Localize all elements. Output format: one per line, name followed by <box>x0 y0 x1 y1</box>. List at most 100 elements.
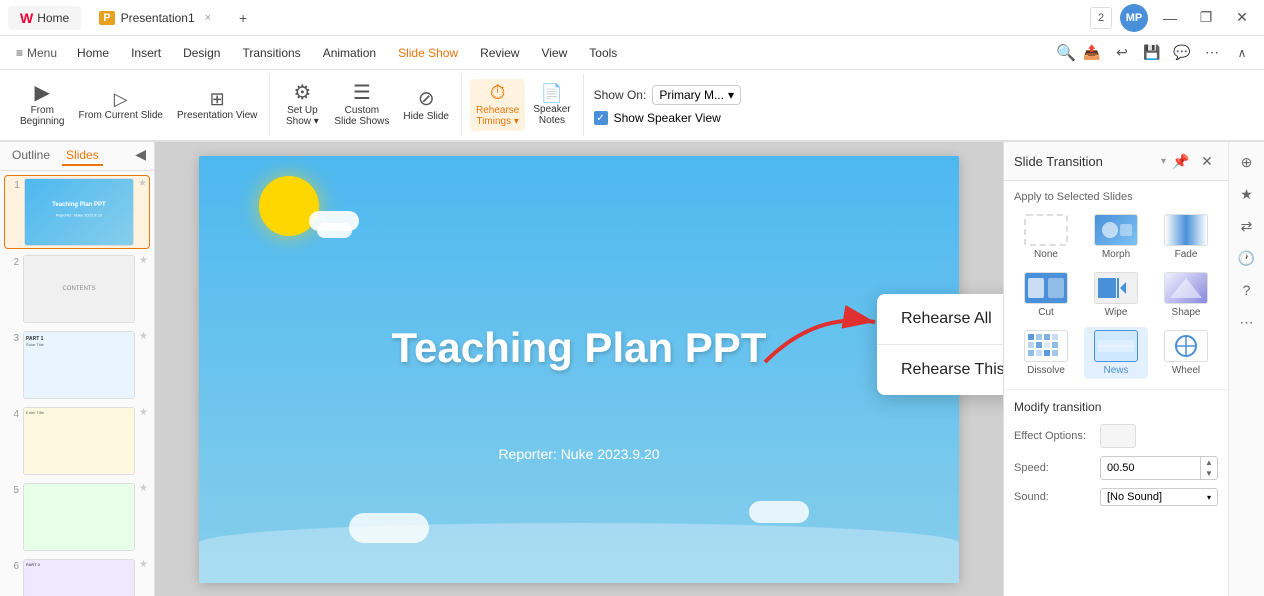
pin-panel-button[interactable]: 📌 <box>1170 150 1192 172</box>
maximize-button[interactable]: ❐ <box>1192 4 1220 32</box>
panel-header: Slide Transition ▾ 📌 ✕ <box>1004 142 1228 181</box>
slide-panel: Outline Slides ◀ 1 Teaching Plan PPT Rep… <box>0 142 155 596</box>
ribbon-group-setup: ⚙ Set UpShow ▾ ☰ CustomSlide Shows ⊘ Hid… <box>272 74 462 136</box>
transition-dissolve[interactable]: Dissolve <box>1014 327 1078 379</box>
presentation-tab[interactable]: P Presentation1 × <box>89 7 221 29</box>
save-icon[interactable]: 💾 <box>1138 39 1166 67</box>
rehearse-timings-label: RehearseTimings ▾ <box>476 105 519 127</box>
slide-transition-panel: Slide Transition ▾ 📌 ✕ Apply to Selected… <box>1003 142 1228 596</box>
presentation-view-button[interactable]: ⊞ Presentation View <box>171 86 263 125</box>
cloud-decoration <box>309 211 359 238</box>
menu-design[interactable]: Design <box>173 42 230 64</box>
speed-value: 00.50 <box>1101 460 1200 476</box>
menu-label: Menu <box>27 46 57 60</box>
transition-wipe[interactable]: Wipe <box>1084 269 1148 321</box>
slide-number: 5 <box>6 485 19 496</box>
transition-morph[interactable]: Morph <box>1084 211 1148 263</box>
sidebar-collapse-button[interactable]: ◀ <box>135 146 146 166</box>
hide-slide-button[interactable]: ⊘ Hide Slide <box>397 85 455 126</box>
close-panel-button[interactable]: ✕ <box>1196 150 1218 172</box>
transition-fade[interactable]: Fade <box>1154 211 1218 263</box>
sound-label: Sound: <box>1014 491 1094 503</box>
close-button[interactable]: ✕ <box>1228 4 1256 32</box>
titlebar-left: W Home P Presentation1 × + <box>8 4 1090 32</box>
share-icon[interactable]: 📤 <box>1078 39 1106 67</box>
wheel-label: Wheel <box>1172 365 1200 376</box>
menu-slideshow[interactable]: Slide Show <box>388 42 468 64</box>
sync-strip-icon[interactable]: ⇄ <box>1233 212 1261 240</box>
wipe-label: Wipe <box>1105 307 1128 318</box>
effect-options-row: Effect Options: <box>1014 424 1218 448</box>
search-icon[interactable]: 🔍 <box>1056 43 1076 63</box>
slide-main-title: Teaching Plan PPT <box>392 324 767 372</box>
transition-wheel[interactable]: Wheel <box>1154 327 1218 379</box>
slide-item[interactable]: 3 PART 1 Solar Title ★ <box>4 329 150 401</box>
menu-insert[interactable]: Insert <box>121 42 171 64</box>
slide-item[interactable]: 1 Teaching Plan PPT Reporter: Nuke 2023.… <box>4 175 150 249</box>
rehearse-this-slide-item[interactable]: Rehearse This Slide <box>877 345 1003 395</box>
menu-animation[interactable]: Animation <box>313 42 386 64</box>
sound-dropdown[interactable]: [No Sound] ▾ <box>1100 488 1218 506</box>
transition-grid: None Morph Fade <box>1014 211 1218 379</box>
menu-tools[interactable]: Tools <box>579 42 627 64</box>
collapse-ribbon-icon[interactable]: ∧ <box>1228 39 1256 67</box>
from-beginning-icon: ▶ <box>35 83 50 103</box>
minimize-button[interactable]: — <box>1156 4 1184 32</box>
transition-shape[interactable]: Shape <box>1154 269 1218 321</box>
transition-none[interactable]: None <box>1014 211 1078 263</box>
slide-item[interactable]: 6 PART 2 ★ <box>4 557 150 596</box>
set-up-show-button[interactable]: ⚙ Set UpShow ▾ <box>278 79 326 131</box>
history-strip-icon[interactable]: 🕐 <box>1233 244 1261 272</box>
menu-view[interactable]: View <box>531 42 577 64</box>
menu-icon: ≡ <box>16 46 23 60</box>
slide-item[interactable]: 5 ★ <box>4 481 150 553</box>
speed-input[interactable]: 00.50 ▲ ▼ <box>1100 456 1218 480</box>
fade-label: Fade <box>1175 249 1198 260</box>
speaker-notes-button[interactable]: 📄 SpeakerNotes <box>527 80 576 130</box>
checkbox-checkmark: ✓ <box>596 113 604 124</box>
home-tab-label: Home <box>37 11 69 25</box>
transition-cut[interactable]: Cut <box>1014 269 1078 321</box>
slide-star-icon: ★ <box>139 407 148 418</box>
more-strip-icon[interactable]: ⋯ <box>1233 308 1261 336</box>
tab-slides[interactable]: Slides <box>62 146 103 166</box>
slide-number: 6 <box>6 561 19 572</box>
from-beginning-button[interactable]: ▶ FromBeginning <box>14 79 70 131</box>
close-file-icon[interactable]: × <box>205 12 211 24</box>
show-on-dropdown[interactable]: Primary M... ▾ <box>652 85 741 105</box>
modify-section: Modify transition Effect Options: Speed:… <box>1004 390 1228 524</box>
rehearse-all-item[interactable]: Rehearse All <box>877 294 1003 344</box>
sound-value: [No Sound] <box>1107 491 1162 503</box>
more-icon[interactable]: ⋯ <box>1198 39 1226 67</box>
wipe-transition-icon <box>1094 272 1138 304</box>
from-current-label: From Current Slide <box>78 110 162 121</box>
custom-slide-shows-button[interactable]: ☰ CustomSlide Shows <box>328 79 395 131</box>
star-strip-icon[interactable]: ★ <box>1233 180 1261 208</box>
add-strip-icon[interactable]: ⊕ <box>1233 148 1261 176</box>
slide-item[interactable]: 4 Enter Title ★ <box>4 405 150 477</box>
menu-home[interactable]: Home <box>67 42 119 64</box>
home-tab[interactable]: W Home <box>8 6 81 30</box>
help-strip-icon[interactable]: ? <box>1233 276 1261 304</box>
transition-news[interactable]: News <box>1084 327 1148 379</box>
menu-button[interactable]: ≡ Menu <box>8 42 65 64</box>
undo-share-icon[interactable]: ↩ <box>1108 39 1136 67</box>
menu-review[interactable]: Review <box>470 42 529 64</box>
slide-thumbnail <box>23 483 135 551</box>
speed-up-button[interactable]: ▲ <box>1201 457 1217 468</box>
speaker-view-checkbox[interactable]: ✓ <box>594 111 608 125</box>
slide-thumbnail: PART 1 Solar Title <box>23 331 135 399</box>
effect-options-control <box>1100 424 1218 448</box>
comment-icon[interactable]: 💬 <box>1168 39 1196 67</box>
menu-transitions[interactable]: Transitions <box>232 42 310 64</box>
user-avatar[interactable]: MP <box>1120 4 1148 32</box>
rehearse-timings-button[interactable]: ⏱ RehearseTimings ▾ <box>470 79 525 131</box>
menubar: ≡ Menu Home Insert Design Transitions An… <box>0 36 1264 70</box>
slide-item[interactable]: 2 CONTENTS ★ <box>4 253 150 325</box>
tab-outline[interactable]: Outline <box>8 146 54 166</box>
from-current-slide-button[interactable]: ▷ From Current Slide <box>72 86 168 125</box>
new-tab-button[interactable]: + <box>229 4 257 32</box>
speed-down-button[interactable]: ▼ <box>1201 468 1217 479</box>
effect-options-box[interactable] <box>1100 424 1136 448</box>
dissolve-transition-icon <box>1024 330 1068 362</box>
